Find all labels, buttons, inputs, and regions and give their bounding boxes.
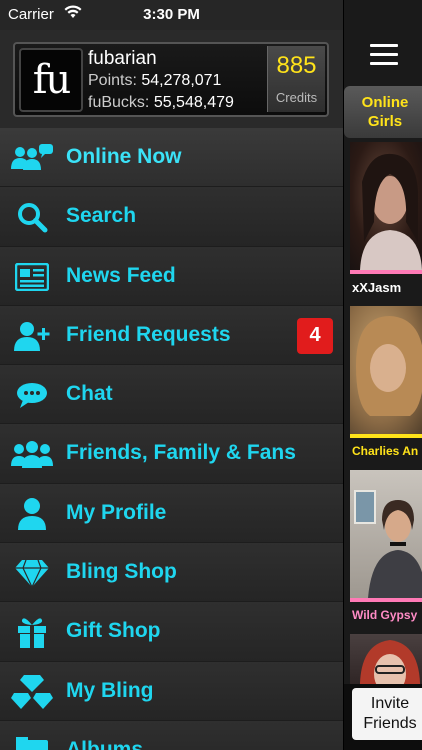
menu-item-label: News Feed (66, 263, 176, 287)
menu-item-my-profile[interactable]: My Profile (0, 483, 343, 544)
gift-icon (10, 612, 54, 652)
fubucks-value: 55,548,479 (153, 94, 234, 111)
diamonds-icon (10, 672, 54, 712)
user-card[interactable]: Wild Gypsy (350, 470, 422, 622)
news-feed-icon (10, 257, 54, 297)
diamond-icon (10, 553, 54, 593)
status-bar: Carrier 3:30 PM (0, 0, 343, 30)
friends-icon (10, 434, 54, 474)
tab-label-line1: Online (361, 94, 409, 111)
user-card-name: xXJasm (352, 280, 402, 295)
tab-label-line2: Girls (367, 113, 403, 130)
chat-icon (10, 375, 54, 415)
user-photo (350, 470, 422, 598)
user-photo (350, 306, 422, 434)
credits-button[interactable]: 885 Credits (267, 46, 325, 112)
app-logo: fu (19, 48, 83, 112)
user-card-name: Charlies An (352, 444, 419, 458)
side-menu: Carrier 3:30 PM fu fubarian Points: 54,2… (0, 0, 343, 750)
username: fubarian (88, 48, 157, 69)
menu-item-gift-shop[interactable]: Gift Shop (0, 602, 343, 662)
fubucks-label: fuBucks: (88, 94, 150, 111)
menu-item-label: Search (66, 204, 137, 228)
menu-item-friends-family-fans[interactable]: Friends, Family & Fans (0, 424, 343, 484)
search-icon (10, 197, 54, 237)
menu-item-label: Chat (66, 382, 113, 406)
menu-item-label: Online Now (66, 145, 182, 168)
tab-online-girls[interactable]: Online Girls (344, 86, 422, 138)
albums-icon (10, 731, 54, 750)
profile-icon (10, 494, 54, 534)
menu-item-label: Gift Shop (66, 619, 161, 643)
menu-item-news-feed[interactable]: News Feed (0, 246, 343, 306)
user-card[interactable]: Charlies An (350, 306, 422, 458)
invite-label-line1: Invite (370, 695, 410, 712)
menu-item-label: Bling Shop (66, 560, 177, 584)
points-row: Points: 54,278,071 (88, 72, 221, 90)
user-photo (350, 142, 422, 270)
menu-item-label: Friend Requests (66, 322, 231, 346)
menu-item-my-bling[interactable]: My Bling (0, 661, 343, 721)
clock: 3:30 PM (143, 6, 200, 23)
menu-item-label: My Bling (66, 678, 154, 702)
menu-item-albums[interactable]: Albums (0, 720, 343, 750)
points-label: Points: (88, 72, 137, 89)
credits-label: Credits (275, 90, 318, 105)
menu-item-online-now[interactable]: Online Now (0, 128, 343, 188)
user-card-name: Wild Gypsy (352, 608, 418, 622)
menu-item-search[interactable]: Search (0, 187, 343, 247)
points-value: 54,278,071 (141, 72, 222, 89)
user-card[interactable]: xXJasm (350, 142, 422, 295)
content-panel: Online Girls xXJasm Charlies An Wild Gyp… (343, 0, 422, 750)
menu-item-label: Albums (66, 737, 144, 750)
friend-request-icon (10, 316, 54, 356)
credits-value: 885 (276, 52, 317, 79)
invite-label-line2: Friends (363, 715, 417, 732)
menu-list: Online Now Search News Feed Friend Reque… (0, 128, 343, 750)
menu-item-label: My Profile (66, 500, 167, 524)
menu-item-friend-requests[interactable]: Friend Requests 4 (0, 305, 343, 366)
menu-item-bling-shop[interactable]: Bling Shop (0, 543, 343, 603)
friend-requests-badge: 4 (297, 317, 333, 354)
menu-item-label: Friends, Family & Fans (66, 441, 296, 465)
menu-item-chat[interactable]: Chat (0, 365, 343, 425)
online-now-icon (10, 138, 54, 178)
profile-header[interactable]: fu fubarian Points: 54,278,071 fuBucks: … (13, 42, 329, 117)
fubucks-row: fuBucks: 55,548,479 (88, 94, 234, 112)
invite-friends-button[interactable]: Invite Friends (352, 688, 422, 740)
menu-toggle-icon[interactable] (370, 44, 398, 65)
